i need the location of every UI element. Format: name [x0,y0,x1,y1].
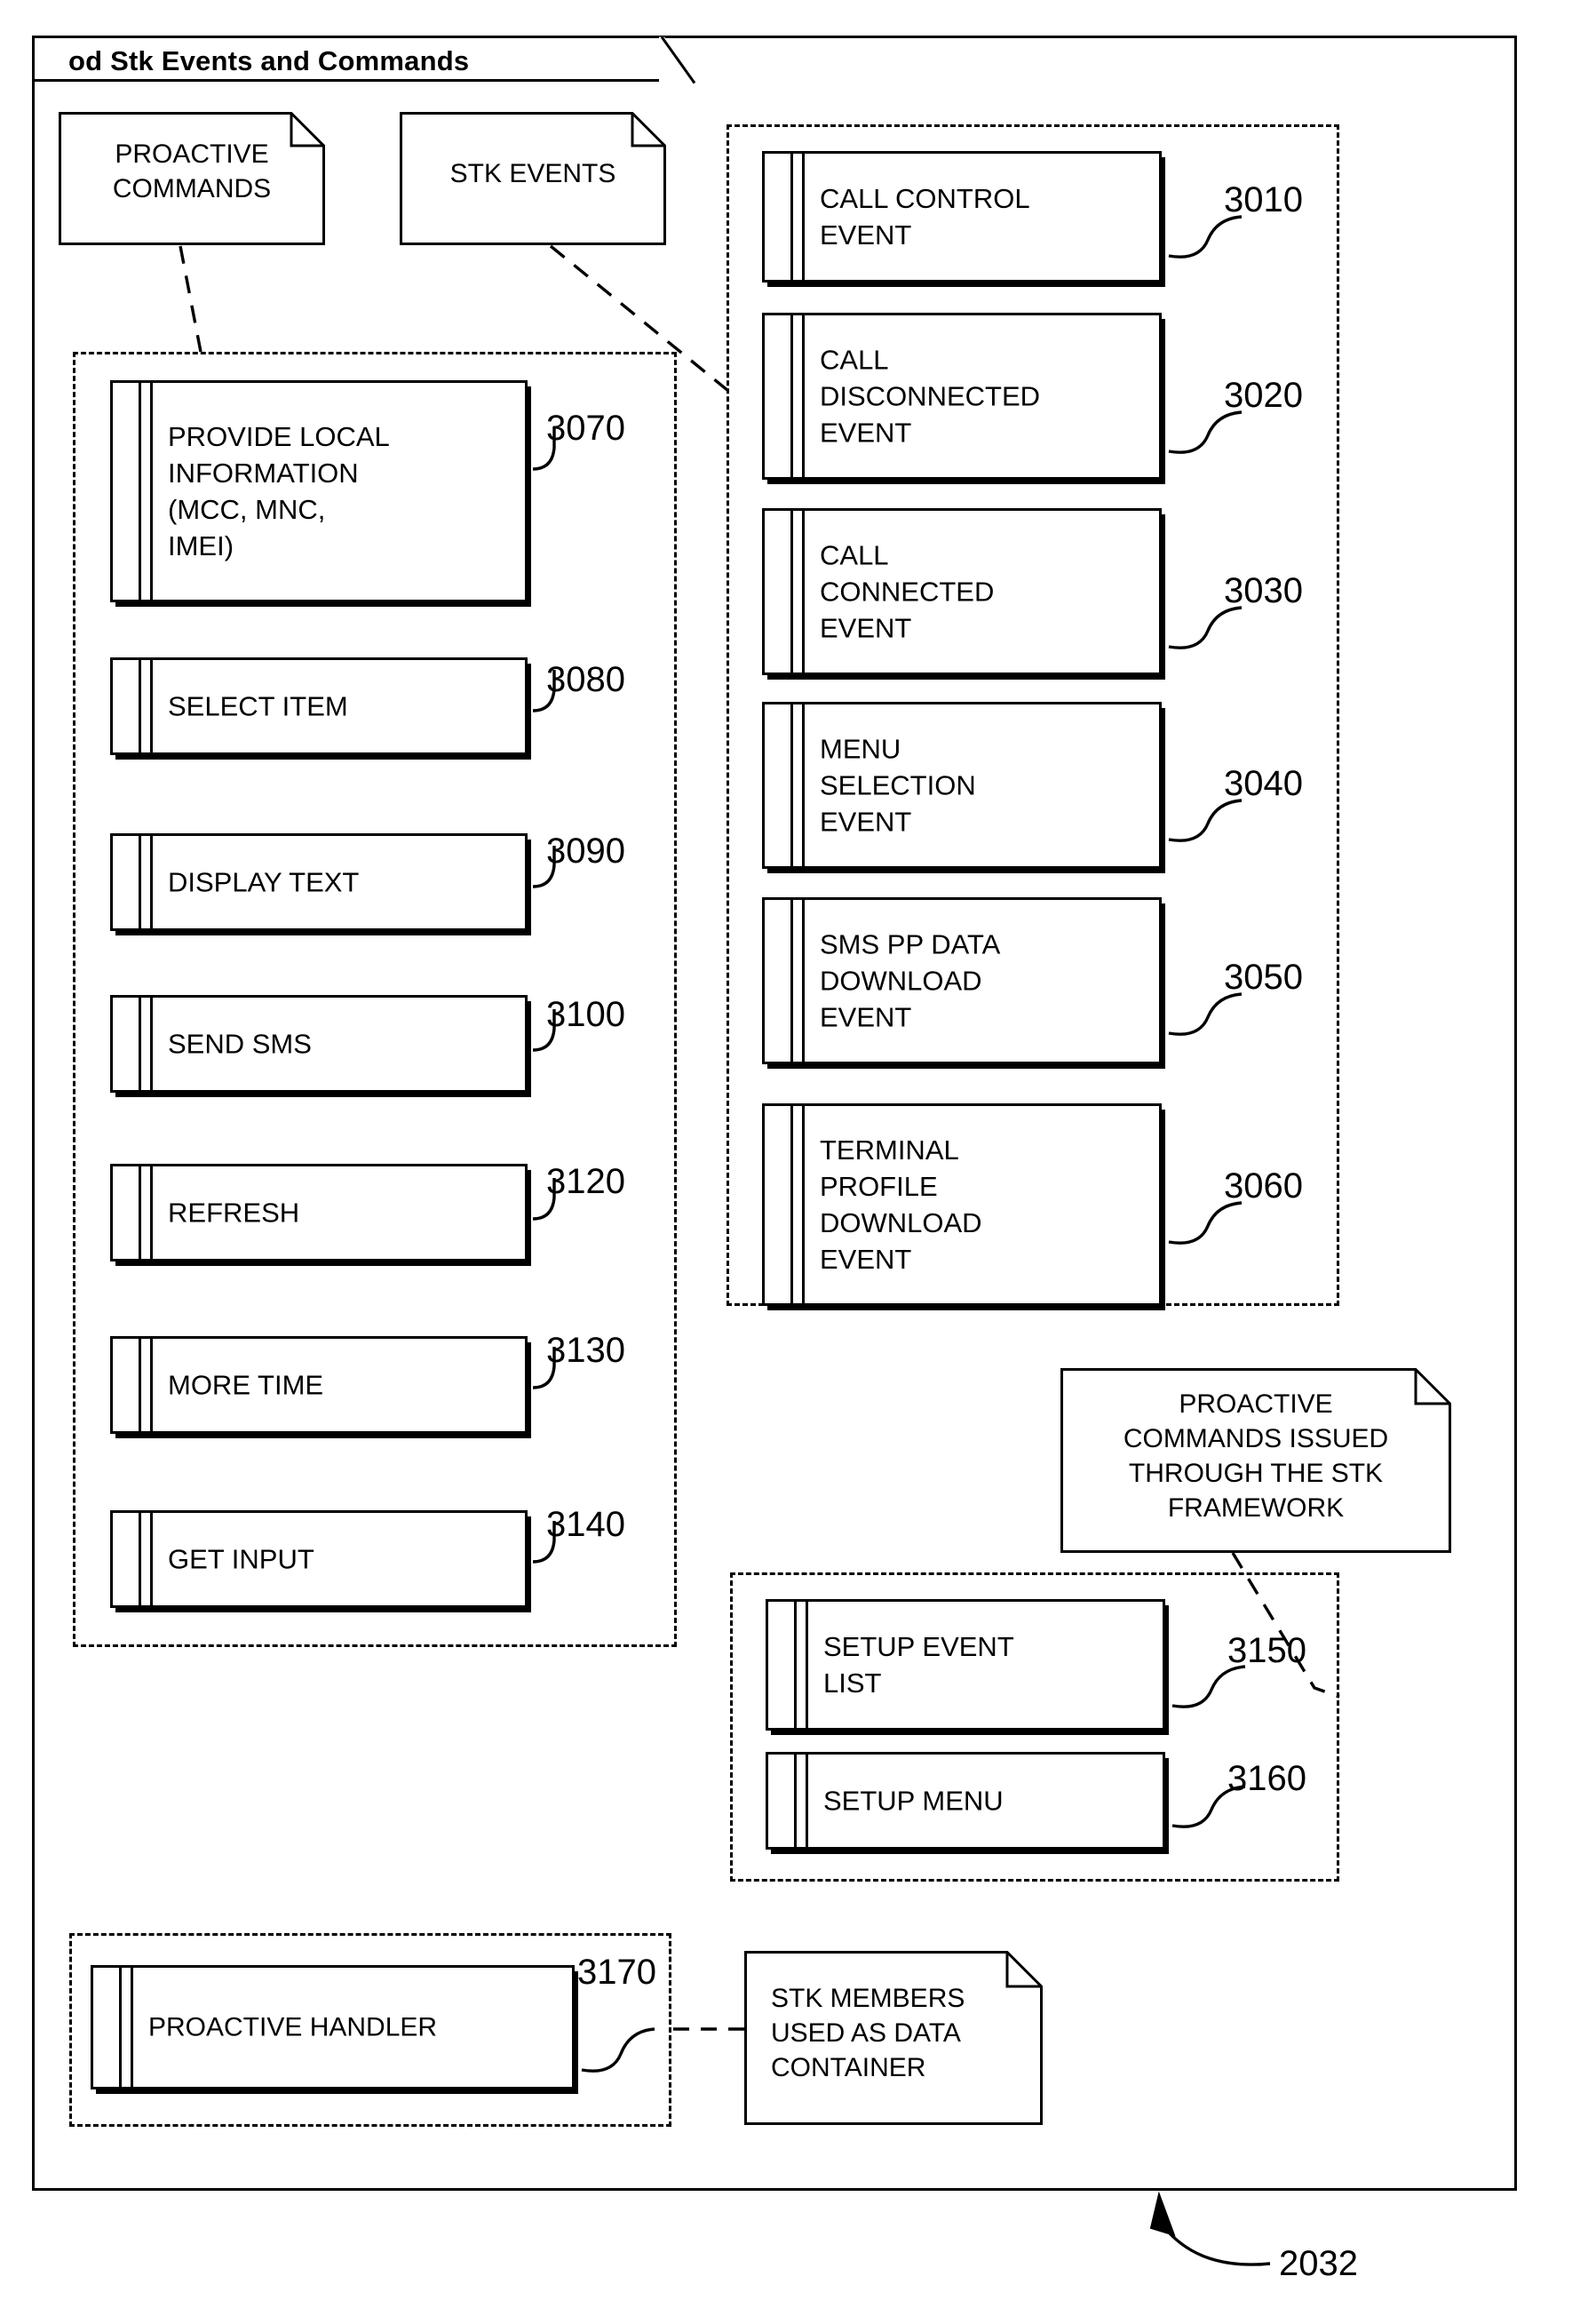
component-sms-pp-data-download-event[interactable]: SMS PP DATA DOWNLOAD EVENT [762,897,1162,1064]
component-setup-menu[interactable]: SETUP MENU [766,1752,1165,1850]
component-band-right [150,1164,153,1261]
component-band-left [790,1103,793,1306]
ref-3160: 3160 [1227,1759,1306,1798]
component-band-right [150,380,153,602]
ref-2032: 2032 [1279,2244,1358,2283]
component-band-right [150,995,153,1093]
ref-3170: 3170 [577,1953,656,1992]
component-label: SETUP MENU [823,1785,1004,1817]
component-get-input[interactable]: GET INPUT [110,1510,528,1608]
component-label: SELECT ITEM [168,690,348,722]
note-proactive-commands-text: PROACTIVE COMMANDS [112,139,272,203]
ref-3070: 3070 [546,409,625,448]
leader-2032 [1162,2224,1271,2266]
component-band-left [139,657,141,755]
component-label: REFRESH [168,1197,300,1229]
component-band-left [139,1336,141,1434]
component-band-left [119,1965,122,2089]
component-band-left [794,1599,797,1731]
component-band-left [790,151,793,283]
component-call-control-event[interactable]: CALL CONTROL EVENT [762,151,1162,283]
component-band-left [139,995,141,1093]
component-band-left [790,313,793,480]
component-label: MORE TIME [168,1369,324,1401]
component-provide-local-information[interactable]: PROVIDE LOCAL INFORMATION (MCC, MNC, IME… [110,380,528,602]
note-proactive-commands-issued-text: PROACTIVE COMMANDS ISSUED THROUGH THE ST… [1123,1389,1389,1523]
component-menu-selection-event[interactable]: MENU SELECTION EVENT [762,702,1162,869]
component-band-right [802,702,805,869]
component-band-left [139,1510,141,1608]
component-band-right [150,833,153,931]
component-band-right [802,1103,805,1306]
component-band-left [790,897,793,1064]
component-band-right [802,151,805,283]
component-label: TERMINAL PROFILE DOWNLOAD EVENT [820,1134,982,1275]
component-band-left [794,1752,797,1850]
ref-3140: 3140 [546,1505,625,1544]
component-label: PROACTIVE HANDLER [148,2012,438,2042]
component-send-sms[interactable]: SEND SMS [110,995,528,1093]
ref-3010: 3010 [1224,180,1303,219]
component-label: CALL CONTROL EVENT [820,183,1030,251]
component-label: CALL DISCONNECTED EVENT [820,344,1041,449]
component-label: DISPLAY TEXT [168,866,360,898]
component-label: PROVIDE LOCAL INFORMATION (MCC, MNC, IME… [168,421,390,561]
component-display-text[interactable]: DISPLAY TEXT [110,833,528,931]
ref-3120: 3120 [546,1162,625,1201]
note-proactive-commands: PROACTIVE COMMANDS [59,112,325,245]
ref-3060: 3060 [1224,1166,1303,1206]
component-terminal-profile-download-event[interactable]: TERMINAL PROFILE DOWNLOAD EVENT [762,1103,1162,1306]
component-label: SEND SMS [168,1028,312,1060]
ref-3030: 3030 [1224,571,1303,610]
note-stk-events: STK EVENTS [400,112,666,245]
ref-3130: 3130 [546,1331,625,1370]
patent-figure-page: od Stk Events and Commands PROACTIVE COM… [0,0,1596,2316]
ref-3100: 3100 [546,995,625,1034]
component-label: SETUP EVENT LIST [823,1631,1014,1699]
component-band-right [131,1965,133,2089]
title-tab-slant-icon [659,36,700,84]
component-band-left [139,833,141,931]
ref-3050: 3050 [1224,958,1303,997]
component-setup-event-list[interactable]: SETUP EVENT LIST [766,1599,1165,1731]
component-band-right [806,1752,808,1850]
component-band-left [790,702,793,869]
component-band-right [806,1599,808,1731]
ref-3080: 3080 [546,660,625,699]
note-stk-members-text: STK MEMBERS USED AS DATA CONTAINER [771,1984,965,2082]
component-call-disconnected-event[interactable]: CALL DISCONNECTED EVENT [762,313,1162,480]
note-stk-members: STK MEMBERS USED AS DATA CONTAINER [744,1951,1043,2125]
component-label: MENU SELECTION EVENT [820,733,976,838]
arrow-head-2032 [1149,2191,1176,2237]
component-band-left [139,380,141,602]
component-band-right [802,313,805,480]
ref-3040: 3040 [1224,764,1303,803]
note-proactive-commands-issued: PROACTIVE COMMANDS ISSUED THROUGH THE ST… [1060,1368,1451,1553]
page-title: od Stk Events and Commands [68,45,470,76]
component-label: GET INPUT [168,1543,314,1575]
component-band-left [139,1164,141,1261]
component-label: SMS PP DATA DOWNLOAD EVENT [820,928,1001,1033]
ref-3150: 3150 [1227,1631,1306,1670]
component-band-right [150,1510,153,1608]
component-band-right [150,1336,153,1434]
note-stk-events-text: STK EVENTS [449,159,616,188]
ref-3090: 3090 [546,832,625,871]
diagram-title-tab: od Stk Events and Commands [32,36,696,84]
component-band-left [790,508,793,675]
component-band-right [802,508,805,675]
component-label: CALL CONNECTED EVENT [820,539,995,644]
component-proactive-handler[interactable]: PROACTIVE HANDLER [91,1965,575,2089]
component-select-item[interactable]: SELECT ITEM [110,657,528,755]
component-band-right [802,897,805,1064]
ref-3020: 3020 [1224,376,1303,415]
component-band-right [150,657,153,755]
component-call-connected-event[interactable]: CALL CONNECTED EVENT [762,508,1162,675]
component-more-time[interactable]: MORE TIME [110,1336,528,1434]
component-refresh[interactable]: REFRESH [110,1164,528,1261]
